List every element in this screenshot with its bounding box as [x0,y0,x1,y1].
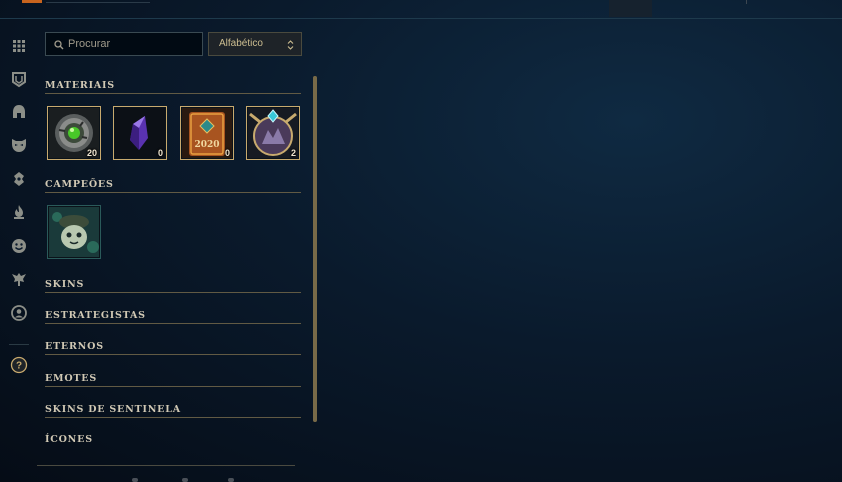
tactician-icon[interactable] [10,270,28,288]
bottom-control[interactable] [182,478,188,482]
champion-tile[interactable] [47,205,101,259]
item-count: 20 [86,148,97,158]
collection-list[interactable]: MATERIAIS 20 0 2020 0 2 CAMPEÕES SKINS E… [45,72,303,462]
emblem-icon[interactable] [10,70,28,88]
section-divider [45,323,301,324]
collection-side-nav: ? [0,30,38,390]
top-divider [746,0,747,4]
section-title-materials[interactable]: MATERIAIS [45,80,115,91]
eternal-flame-icon[interactable] [10,203,28,221]
svg-text:?: ? [16,361,22,372]
section-title-champions[interactable]: CAMPEÕES [45,179,114,190]
section-divider [45,354,301,355]
svg-text:2020: 2020 [194,140,219,150]
item-count: 2 [290,148,296,158]
chevron-updown-icon [287,40,294,50]
active-top-tab[interactable] [609,0,652,17]
item-count: 0 [157,148,163,158]
section-title-icons[interactable]: ÍCONES [45,434,93,445]
help-icon[interactable]: ? [10,356,28,374]
sort-dropdown[interactable]: Alfabético [208,32,302,56]
section-divider [45,93,301,94]
bottom-control[interactable] [132,478,138,482]
material-tile-hextech-orb[interactable]: 20 [47,106,101,160]
section-divider [45,192,301,193]
top-bar [0,0,842,19]
bottom-control[interactable] [228,478,234,482]
material-tile-2020-token[interactable]: 2020 0 [180,106,234,160]
item-count: 0 [224,148,230,158]
nav-divider [9,344,29,345]
scrollbar-thumb[interactable] [313,76,317,422]
grid-icon[interactable] [10,37,28,55]
section-divider [45,292,301,293]
search-icon [54,40,64,50]
champion-portrait-icon [49,207,99,257]
champion-helmet-icon[interactable] [10,103,28,121]
material-tile-mythic-chest[interactable]: 2 [246,106,300,160]
section-title-emotes[interactable]: EMOTES [45,373,97,384]
section-title-ward-skins[interactable]: SKINS DE SENTINELA [45,404,181,415]
section-title-eternals[interactable]: ETERNOS [45,341,104,352]
search-input[interactable] [68,35,198,53]
search-field[interactable] [45,32,203,56]
ward-icon[interactable] [10,170,28,188]
skin-mask-icon[interactable] [10,136,28,154]
bottom-divider [37,465,295,466]
section-divider [45,417,301,418]
client-logo[interactable] [22,0,42,3]
sort-selected-label: Alfabético [219,38,263,49]
section-title-tacticians[interactable]: ESTRATEGISTAS [45,310,146,321]
material-tile-purple-essence[interactable]: 0 [113,106,167,160]
section-title-skins[interactable]: SKINS [45,279,84,290]
emote-face-icon[interactable] [10,237,28,255]
profile-icon[interactable] [10,304,28,322]
section-divider [45,386,301,387]
top-search-stub[interactable] [46,0,150,3]
